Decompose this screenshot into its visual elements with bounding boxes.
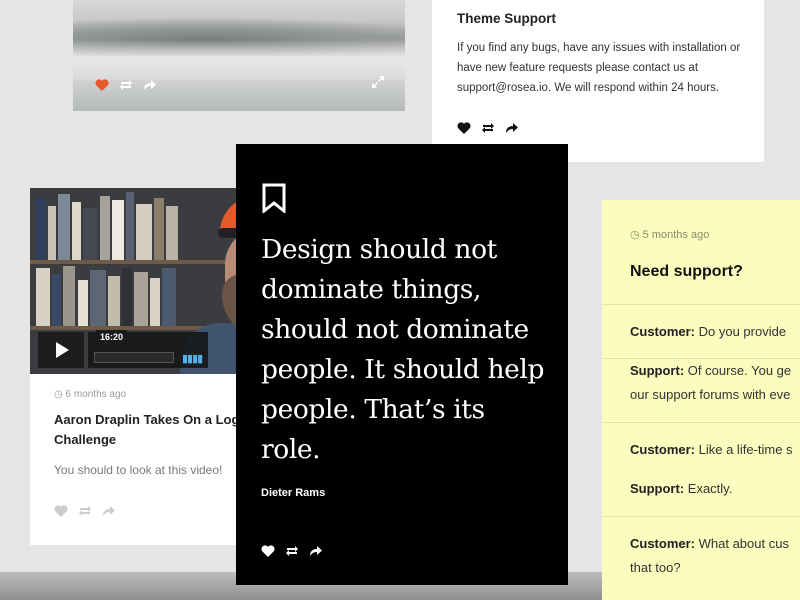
video-title-text[interactable]: Aaron Draplin Takes On a Logo Challenge	[54, 410, 260, 450]
photo-mist	[73, 40, 405, 80]
chat-text: our support forums with eve	[630, 387, 791, 402]
quote-post-actions	[261, 544, 323, 562]
heart-icon[interactable]	[54, 504, 68, 522]
theme-support-card: Theme Support If you find any bugs, have…	[432, 0, 764, 162]
book	[58, 194, 70, 260]
chat-speaker: Customer:	[630, 536, 696, 551]
book	[36, 268, 50, 326]
divider	[602, 516, 800, 517]
book	[78, 280, 88, 326]
video-time: 16:20	[96, 330, 128, 344]
support-timestamp-text: 5 months ago	[642, 229, 710, 241]
chat-line: Support: Of course. You ge	[630, 359, 791, 383]
chat-text: that too?	[630, 560, 681, 575]
heart-icon[interactable]	[261, 544, 275, 562]
theme-support-actions	[457, 121, 519, 139]
video-post-actions	[54, 504, 116, 522]
video-description: You should to look at this video!	[54, 463, 223, 477]
support-title[interactable]: Need support?	[630, 263, 743, 281]
quote-text: Design should not dominate things, shoul…	[261, 234, 545, 465]
clock-icon: ◷	[54, 389, 66, 400]
video-title[interactable]: Aaron Draplin Takes On a Logo Challenge	[54, 410, 260, 450]
support-chat-card: ◷ 5 months ago Need support? Customer: D…	[602, 200, 800, 600]
share-icon[interactable]	[505, 121, 519, 139]
theme-support-body: If you find any bugs, have any issues wi…	[457, 42, 741, 94]
book	[162, 268, 176, 326]
chat-text: Of course. You ge	[684, 363, 792, 378]
chat-text: What about cus	[695, 536, 789, 551]
chat-text: Do you provide	[695, 324, 787, 339]
divider	[602, 422, 800, 423]
volume-icon[interactable]: ▮▮▮▮	[182, 352, 203, 365]
play-button[interactable]	[38, 332, 84, 368]
video-controls: 16:20 ▮▮▮▮	[38, 330, 260, 368]
photo-post-actions	[95, 78, 157, 96]
chat-line: that too?	[630, 556, 681, 580]
video-seek-bar[interactable]	[94, 352, 174, 363]
book	[63, 266, 75, 326]
chat-speaker: Customer:	[630, 324, 696, 339]
book	[180, 196, 194, 260]
book	[90, 270, 106, 326]
heart-icon[interactable]	[95, 78, 109, 96]
book	[83, 208, 97, 260]
clock-icon: ◷	[630, 229, 643, 241]
chat-speaker: Support:	[630, 481, 685, 496]
quote-author: Dieter Rams	[261, 487, 326, 499]
chat-line: Customer: Do you provide	[630, 320, 786, 344]
heart-icon[interactable]	[457, 121, 471, 139]
chat-speaker: Customer:	[630, 442, 696, 457]
chat-speaker: Support:	[630, 363, 685, 378]
share-icon[interactable]	[102, 504, 116, 522]
book	[48, 206, 56, 260]
repost-icon[interactable]	[119, 78, 133, 96]
theme-support-title: Theme Support	[457, 11, 557, 26]
book	[126, 192, 134, 260]
book	[166, 206, 178, 260]
repost-icon[interactable]	[285, 544, 299, 562]
book	[122, 268, 132, 326]
share-icon[interactable]	[143, 78, 157, 96]
repost-icon[interactable]	[78, 504, 92, 522]
video-timestamp: ◷ 6 months ago	[54, 389, 126, 400]
expand-icon[interactable]	[371, 75, 385, 94]
chat-text: Exactly.	[684, 481, 733, 496]
video-timestamp-text: 6 months ago	[65, 389, 127, 400]
book	[154, 198, 164, 260]
bookmark-icon[interactable]	[262, 183, 286, 218]
chat-line: Support: Exactly.	[630, 477, 732, 501]
book	[150, 278, 160, 326]
divider	[602, 304, 800, 305]
chat-line: Customer: Like a life-time s	[630, 438, 793, 462]
book	[134, 272, 148, 326]
share-icon[interactable]	[309, 544, 323, 562]
video-post-card: 16:20 ▮▮▮▮ ◷ 6 months ago Aaron Draplin …	[30, 188, 260, 545]
book	[108, 276, 120, 326]
book	[36, 198, 46, 260]
repost-icon[interactable]	[481, 121, 495, 139]
chat-line: Customer: What about cus	[630, 532, 789, 556]
support-timestamp: ◷ 5 months ago	[630, 228, 709, 241]
chat-line: our support forums with eve	[630, 383, 790, 407]
video-player[interactable]: 16:20 ▮▮▮▮	[30, 188, 260, 374]
book	[100, 196, 110, 260]
quote-post-card: Design should not dominate things, shoul…	[236, 144, 568, 585]
book	[72, 202, 81, 260]
video-progress-area: 16:20 ▮▮▮▮	[88, 330, 208, 368]
chat-text: Like a life-time s	[695, 442, 793, 457]
book	[136, 204, 152, 260]
book	[112, 200, 124, 260]
photo-post-card	[73, 0, 405, 111]
book	[52, 274, 61, 326]
